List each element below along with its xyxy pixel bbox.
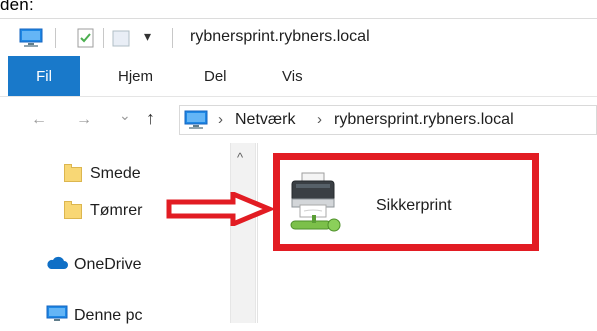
- file-item-label: Sikkerprint: [376, 197, 452, 214]
- breadcrumb-netvaerk[interactable]: Netværk: [235, 111, 295, 129]
- nav-item-smede[interactable]: Smede: [0, 159, 230, 189]
- recent-locations-button[interactable]: ⌄: [119, 107, 131, 124]
- scroll-up-icon[interactable]: ^: [237, 150, 243, 165]
- red-arrow-icon: [166, 192, 275, 226]
- window-title: rybnersprint.rybners.local: [190, 28, 370, 45]
- forward-button[interactable]: →: [76, 111, 92, 129]
- title-separator: [172, 28, 173, 48]
- caption-text: den:: [0, 0, 34, 14]
- qat-separator: [55, 28, 56, 48]
- folder-icon: [64, 200, 82, 219]
- folder-icon: [64, 163, 82, 182]
- qat-separator: [103, 28, 104, 48]
- properties-icon[interactable]: [77, 28, 95, 53]
- title-bar: ▾ rybnersprint.rybners.local: [0, 18, 597, 57]
- nav-item-label: Smede: [90, 165, 141, 182]
- computer-icon: [184, 110, 208, 135]
- file-item-sikkerprint[interactable]: Sikkerprint: [288, 171, 568, 241]
- computer-icon: [46, 305, 68, 328]
- ribbon-tabs: Fil Hjem Del Vis: [0, 56, 597, 97]
- tab-vis[interactable]: Vis: [282, 56, 303, 96]
- navigation-pane: Smede Tømrer OneDrive Denne pc ^: [0, 143, 257, 324]
- nav-item-onedrive[interactable]: OneDrive: [0, 250, 230, 280]
- content-pane: Sikkerprint: [258, 143, 597, 323]
- breadcrumb-separator: ›: [218, 111, 223, 128]
- nav-item-label: Tømrer: [90, 202, 143, 219]
- tab-del[interactable]: Del: [204, 56, 227, 96]
- nav-item-label: Denne pc: [74, 307, 143, 324]
- nav-scrollbar[interactable]: ^: [230, 143, 256, 323]
- qat-dropdown-icon[interactable]: ▾: [144, 28, 151, 45]
- tab-fil[interactable]: Fil: [8, 56, 80, 96]
- nav-item-denne-pc[interactable]: Denne pc: [0, 301, 230, 331]
- nav-item-label: OneDrive: [74, 256, 142, 273]
- breadcrumb-rybnersprint[interactable]: rybnersprint.rybners.local: [334, 111, 514, 129]
- computer-icon: [19, 28, 43, 53]
- shared-printer-icon: [288, 171, 346, 240]
- new-folder-icon[interactable]: [112, 28, 130, 53]
- address-row: ← → ⌄ ↑ › Netværk › rybnersprint.rybners…: [0, 97, 597, 143]
- onedrive-cloud-icon: [46, 256, 68, 275]
- tab-hjem[interactable]: Hjem: [118, 56, 153, 96]
- address-bar[interactable]: › Netværk › rybnersprint.rybners.local: [179, 105, 597, 135]
- up-button[interactable]: ↑: [146, 108, 155, 129]
- breadcrumb-separator: ›: [317, 111, 322, 128]
- back-button[interactable]: ←: [31, 111, 47, 129]
